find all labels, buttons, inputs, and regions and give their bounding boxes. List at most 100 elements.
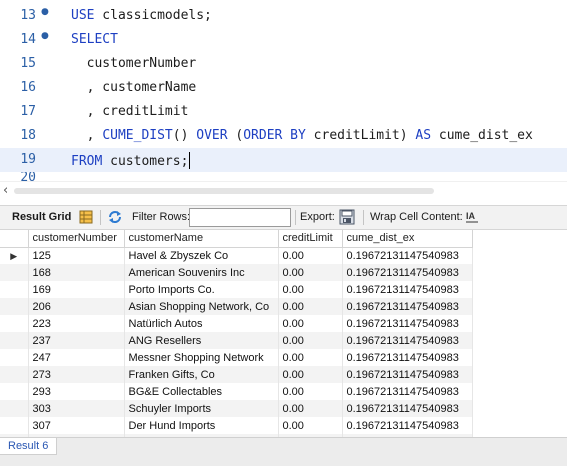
table-cell[interactable]: Schuyler Imports <box>124 400 279 417</box>
table-cell[interactable]: 0.19672131147540983 <box>342 298 473 315</box>
table-cell[interactable]: 223 <box>28 315 125 332</box>
table-cell[interactable]: 0.00 <box>278 366 343 383</box>
table-cell[interactable]: 0.00 <box>278 264 343 281</box>
table-cell[interactable]: 237 <box>28 332 125 349</box>
table-cell[interactable]: 0.00 <box>278 281 343 298</box>
table-row[interactable]: 237 ANG Resellers 0.00 0.19672131147540983 <box>0 332 473 349</box>
row-marker[interactable] <box>0 349 29 366</box>
row-marker[interactable] <box>0 332 29 349</box>
code-line[interactable]: 13 ● USE classicmodels; <box>0 4 567 28</box>
row-marker[interactable]: ▶ <box>0 247 29 264</box>
row-marker[interactable] <box>0 400 29 417</box>
filter-rows-input[interactable] <box>189 208 291 227</box>
sql-token: classicmodels; <box>94 8 212 23</box>
sql-editor[interactable]: 13 ● USE classicmodels; 14 ● SELECT 15 custome… <box>0 0 567 181</box>
fold-marker-icon[interactable]: ● <box>41 7 49 17</box>
row-marker[interactable] <box>0 298 29 315</box>
table-row[interactable]: 273 Franken Gifts, Co 0.00 0.19672131147540… <box>0 366 473 383</box>
row-marker[interactable] <box>0 417 29 434</box>
table-cell[interactable]: 0.00 <box>278 298 343 315</box>
editor-horizontal-scrollbar[interactable]: ‹ <box>0 181 567 200</box>
code-line[interactable]: 19 FROM customers; <box>0 148 567 172</box>
sql-keyword: ORDER BY <box>243 128 306 143</box>
table-cell[interactable]: 293 <box>28 383 125 400</box>
table-cell[interactable]: 206 <box>28 298 125 315</box>
code-line[interactable]: 15 customerNumber <box>0 52 567 76</box>
line-number: 20 <box>20 172 36 181</box>
table-cell[interactable]: 0.00 <box>278 315 343 332</box>
row-marker[interactable] <box>0 383 29 400</box>
table-cell[interactable]: 0.19672131147540983 <box>342 264 473 281</box>
table-cell[interactable]: 307 <box>28 417 125 434</box>
table-row[interactable]: 307 Der Hund Imports 0.00 0.196721311475409… <box>0 417 473 434</box>
table-cell[interactable]: 0.00 <box>278 383 343 400</box>
table-cell[interactable]: 125 <box>28 247 125 264</box>
table-cell[interactable]: Porto Imports Co. <box>124 281 279 298</box>
wrap-text-icon[interactable]: IA <box>465 206 481 229</box>
table-cell[interactable]: 0.19672131147540983 <box>342 383 473 400</box>
line-number: 18 <box>20 128 36 143</box>
table-row[interactable]: ▶ 125 Havel & Zbyszek Co 0.00 0.196721311475… <box>0 247 473 264</box>
table-cell[interactable]: BG&E Collectables <box>124 383 279 400</box>
column-header[interactable]: cume_dist_ex <box>342 230 473 248</box>
table-row[interactable]: 223 Natürlich Autos 0.00 0.1967213114754098… <box>0 315 473 332</box>
table-cell[interactable]: 273 <box>28 366 125 383</box>
table-cell[interactable]: Asian Shopping Network, Co <box>124 298 279 315</box>
table-cell[interactable]: 0.19672131147540983 <box>342 332 473 349</box>
row-marker-header[interactable] <box>0 230 29 248</box>
row-marker[interactable] <box>0 315 29 332</box>
table-cell[interactable]: American Souvenirs Inc <box>124 264 279 281</box>
table-cell[interactable]: 303 <box>28 400 125 417</box>
result-grid[interactable]: customerNumber customerName creditLimit cum… <box>0 230 567 437</box>
table-cell[interactable]: 0.00 <box>278 400 343 417</box>
table-cell[interactable]: ANG Resellers <box>124 332 279 349</box>
table-row[interactable]: 247 Messner Shopping Network 0.00 0.1967213… <box>0 349 473 366</box>
table-cell[interactable]: Havel & Zbyszek Co <box>124 247 279 264</box>
code-text: , customerName <box>71 80 197 95</box>
table-row[interactable]: 168 American Souvenirs Inc 0.00 0.196721311… <box>0 264 473 281</box>
column-header[interactable]: customerName <box>124 230 279 248</box>
scrollbar-thumb[interactable] <box>14 188 434 194</box>
row-marker[interactable] <box>0 281 29 298</box>
row-marker[interactable] <box>0 264 29 281</box>
table-cell[interactable]: 0.00 <box>278 332 343 349</box>
table-cell[interactable]: 0.00 <box>278 417 343 434</box>
column-header[interactable]: creditLimit <box>278 230 343 248</box>
table-cell[interactable]: Messner Shopping Network <box>124 349 279 366</box>
table-cell[interactable]: 168 <box>28 264 125 281</box>
sql-token: , customerName <box>71 80 197 95</box>
table-cell[interactable]: 0.19672131147540983 <box>342 349 473 366</box>
code-line[interactable]: 16 , customerName <box>0 76 567 100</box>
refresh-icon[interactable] <box>107 206 125 229</box>
table-cell[interactable]: 0.19672131147540983 <box>342 417 473 434</box>
export-icon[interactable] <box>339 206 357 229</box>
scroll-left-icon[interactable]: ‹ <box>3 183 8 198</box>
fold-marker-icon[interactable]: ● <box>41 31 49 41</box>
table-cell[interactable]: Der Hund Imports <box>124 417 279 434</box>
table-cell[interactable]: 0.19672131147540983 <box>342 247 473 264</box>
code-line[interactable]: 18 , CUME_DIST() OVER (ORDER BY creditLi… <box>0 124 567 148</box>
table-row[interactable]: 293 BG&E Collectables 0.00 0.19672131147540… <box>0 383 473 400</box>
table-cell[interactable]: 0.19672131147540983 <box>342 281 473 298</box>
table-row[interactable]: 303 Schuyler Imports 0.00 0.196721311475409… <box>0 400 473 417</box>
svg-text:IA: IA <box>466 211 476 221</box>
table-cell[interactable]: 0.19672131147540983 <box>342 366 473 383</box>
table-cell[interactable]: Natürlich Autos <box>124 315 279 332</box>
table-cell[interactable]: 0.00 <box>278 247 343 264</box>
table-cell[interactable]: 0.00 <box>278 349 343 366</box>
table-cell[interactable]: 169 <box>28 281 125 298</box>
code-line[interactable]: 14 ● SELECT <box>0 28 567 52</box>
table-cell[interactable]: 0.19672131147540983 <box>342 400 473 417</box>
code-line[interactable]: 17 , creditLimit <box>0 100 567 124</box>
table-cell[interactable]: 0.19672131147540983 <box>342 315 473 332</box>
tab-result-6[interactable]: Result 6 <box>0 438 58 455</box>
column-header[interactable]: customerNumber <box>28 230 125 248</box>
grid-layout-icon[interactable] <box>79 206 95 229</box>
result-grid-label[interactable]: Result Grid <box>12 206 71 229</box>
table-row[interactable]: 169 Porto Imports Co. 0.00 0.19672131147540… <box>0 281 473 298</box>
row-marker[interactable] <box>0 366 29 383</box>
table-cell[interactable]: 247 <box>28 349 125 366</box>
table-cell[interactable]: Franken Gifts, Co <box>124 366 279 383</box>
table-row[interactable]: 206 Asian Shopping Network, Co 0.00 0.19672… <box>0 298 473 315</box>
current-row-arrow-icon: ▶ <box>10 251 18 262</box>
